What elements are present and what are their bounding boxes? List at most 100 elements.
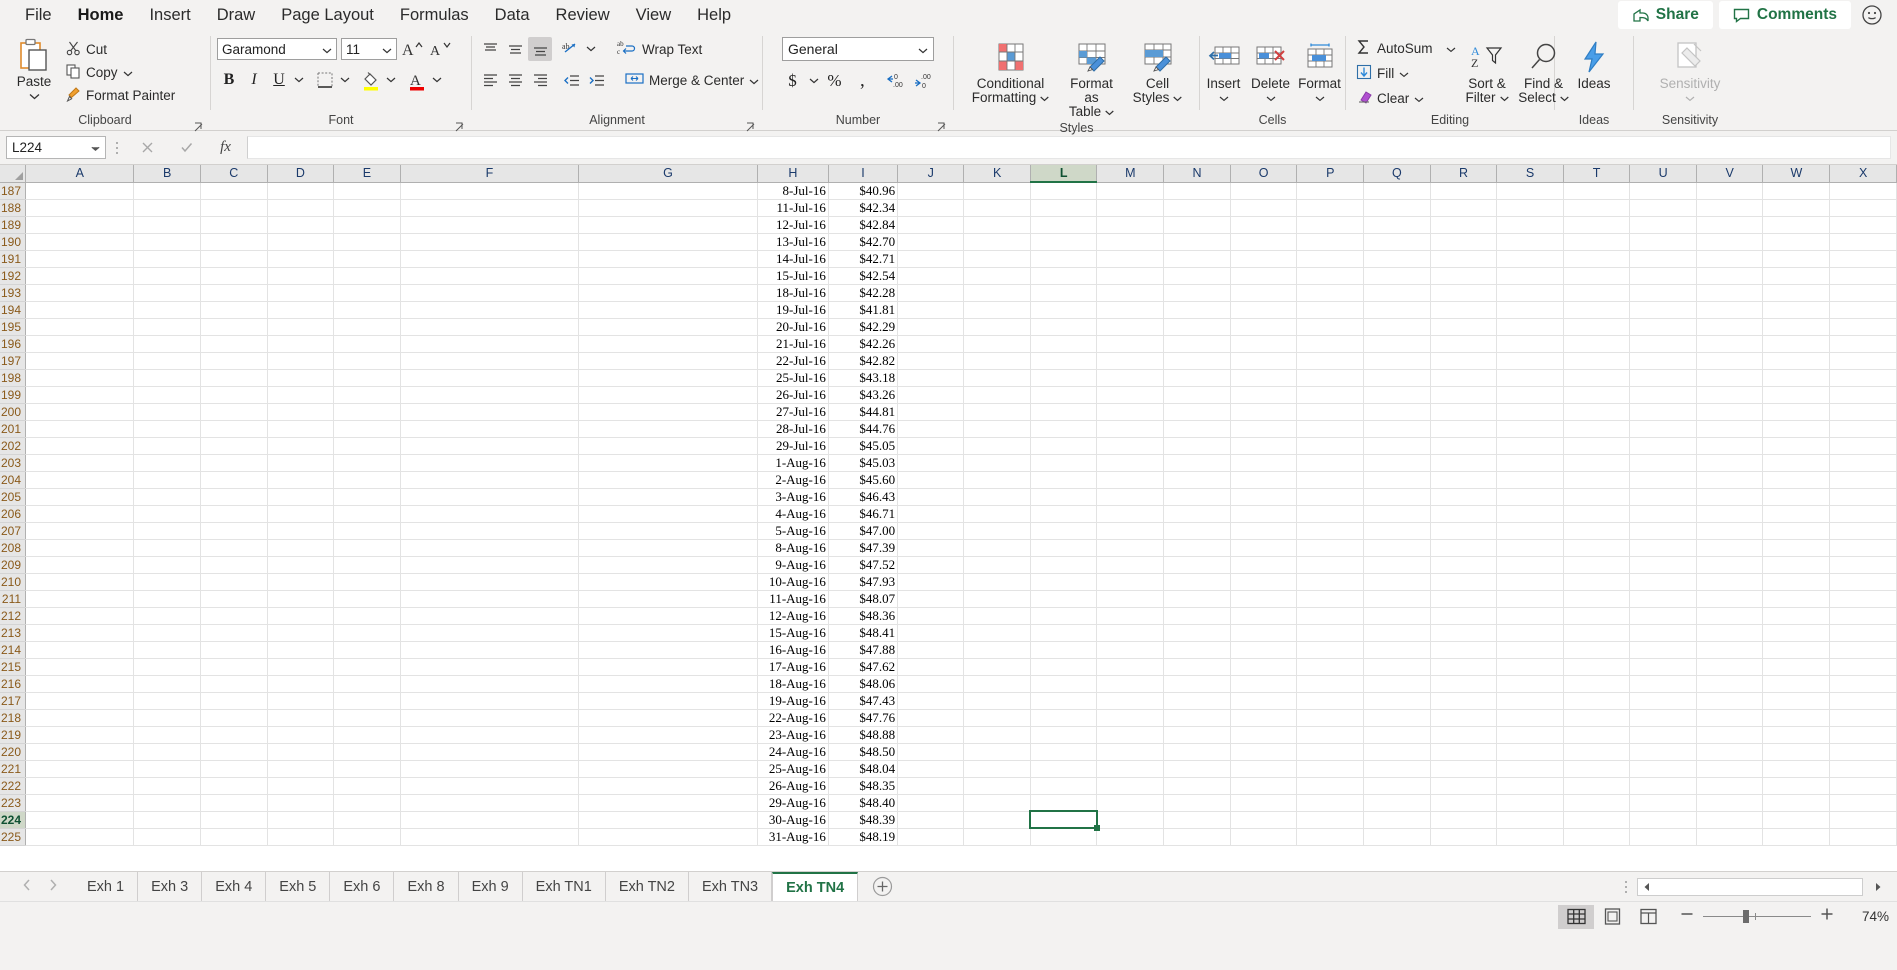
align-center-button[interactable] bbox=[503, 68, 527, 92]
cell-I204[interactable]: $45.60 bbox=[828, 471, 899, 489]
table-row[interactable]: 214 16-Aug-16 $47.88 bbox=[0, 641, 1897, 659]
cell-J189[interactable] bbox=[897, 216, 965, 234]
cell-B218[interactable] bbox=[133, 709, 201, 727]
cell-L220[interactable] bbox=[1030, 743, 1098, 761]
table-row[interactable]: 216 18-Aug-16 $48.06 bbox=[0, 675, 1897, 693]
horizontal-scrollbar[interactable] bbox=[1637, 877, 1863, 896]
cell-F219[interactable] bbox=[400, 726, 580, 744]
cell-V202[interactable] bbox=[1696, 437, 1764, 455]
column-header-C[interactable]: C bbox=[200, 165, 268, 183]
column-header-O[interactable]: O bbox=[1230, 165, 1298, 183]
cell-I215[interactable]: $47.62 bbox=[828, 658, 899, 676]
cell-O214[interactable] bbox=[1230, 641, 1298, 659]
borders-chevron-down-icon[interactable] bbox=[338, 68, 352, 92]
currency-format-button[interactable]: $ bbox=[781, 69, 805, 93]
cell-G200[interactable] bbox=[578, 403, 758, 421]
cell-V206[interactable] bbox=[1696, 505, 1764, 523]
cell-P191[interactable] bbox=[1296, 250, 1365, 268]
next-sheet-icon[interactable] bbox=[48, 878, 58, 896]
cell-U199[interactable] bbox=[1629, 386, 1697, 404]
cell-O194[interactable] bbox=[1230, 301, 1298, 319]
cell-K196[interactable] bbox=[963, 335, 1031, 353]
cell-I219[interactable]: $48.88 bbox=[828, 726, 899, 744]
cell-L218[interactable] bbox=[1030, 709, 1098, 727]
cell-G188[interactable] bbox=[578, 199, 758, 217]
cell-E207[interactable] bbox=[333, 522, 401, 540]
cell-C205[interactable] bbox=[200, 488, 268, 506]
cell-L199[interactable] bbox=[1030, 386, 1098, 404]
cell-H208[interactable]: 8-Aug-16 bbox=[757, 539, 829, 557]
cell-C188[interactable] bbox=[200, 199, 268, 217]
cell-L204[interactable] bbox=[1030, 471, 1098, 489]
cell-N189[interactable] bbox=[1163, 216, 1231, 234]
cell-D215[interactable] bbox=[267, 658, 335, 676]
cell-V193[interactable] bbox=[1696, 284, 1764, 302]
align-left-button[interactable] bbox=[478, 68, 502, 92]
sheet-tab-exh-5[interactable]: Exh 5 bbox=[266, 872, 331, 901]
cell-T196[interactable] bbox=[1563, 335, 1631, 353]
cell-R195[interactable] bbox=[1430, 318, 1498, 336]
cell-F203[interactable] bbox=[400, 454, 580, 472]
cell-P208[interactable] bbox=[1296, 539, 1365, 557]
decrease-indent-button[interactable] bbox=[559, 68, 583, 92]
cell-X202[interactable] bbox=[1829, 437, 1897, 455]
cell-T198[interactable] bbox=[1563, 369, 1631, 387]
cell-E200[interactable] bbox=[333, 403, 401, 421]
cell-H209[interactable]: 9-Aug-16 bbox=[757, 556, 829, 574]
cell-M214[interactable] bbox=[1096, 641, 1165, 659]
row-header-189[interactable]: 189 bbox=[0, 216, 27, 234]
sheet-tab-exh-8[interactable]: Exh 8 bbox=[394, 872, 459, 901]
cell-P217[interactable] bbox=[1296, 692, 1365, 710]
cell-P223[interactable] bbox=[1296, 794, 1365, 812]
cell-C200[interactable] bbox=[200, 403, 268, 421]
cell-O189[interactable] bbox=[1230, 216, 1298, 234]
cell-G201[interactable] bbox=[578, 420, 758, 438]
cell-E221[interactable] bbox=[333, 760, 401, 778]
cell-H216[interactable]: 18-Aug-16 bbox=[757, 675, 829, 693]
cell-G196[interactable] bbox=[578, 335, 758, 353]
cell-G192[interactable] bbox=[578, 267, 758, 285]
cell-C198[interactable] bbox=[200, 369, 268, 387]
cell-E224[interactable] bbox=[333, 811, 401, 829]
cell-E215[interactable] bbox=[333, 658, 401, 676]
cell-T216[interactable] bbox=[1563, 675, 1631, 693]
cell-N220[interactable] bbox=[1163, 743, 1231, 761]
cell-N205[interactable] bbox=[1163, 488, 1231, 506]
cell-E222[interactable] bbox=[333, 777, 401, 795]
cell-T202[interactable] bbox=[1563, 437, 1631, 455]
cell-G207[interactable] bbox=[578, 522, 758, 540]
cell-L187[interactable] bbox=[1030, 182, 1098, 200]
cell-K204[interactable] bbox=[963, 471, 1031, 489]
row-header-218[interactable]: 218 bbox=[0, 709, 27, 727]
cell-U218[interactable] bbox=[1629, 709, 1697, 727]
cell-W201[interactable] bbox=[1762, 420, 1831, 438]
cell-V209[interactable] bbox=[1696, 556, 1764, 574]
cell-Q224[interactable] bbox=[1363, 811, 1431, 829]
cell-E223[interactable] bbox=[333, 794, 401, 812]
cell-T215[interactable] bbox=[1563, 658, 1631, 676]
cell-M212[interactable] bbox=[1096, 607, 1165, 625]
cell-A218[interactable] bbox=[25, 709, 135, 727]
cell-K197[interactable] bbox=[963, 352, 1031, 370]
cell-C187[interactable] bbox=[200, 182, 268, 200]
cell-W219[interactable] bbox=[1762, 726, 1831, 744]
cell-I209[interactable]: $47.52 bbox=[828, 556, 899, 574]
font-color-chevron-down-icon[interactable] bbox=[430, 68, 444, 92]
cell-N223[interactable] bbox=[1163, 794, 1231, 812]
cell-R199[interactable] bbox=[1430, 386, 1498, 404]
cell-N221[interactable] bbox=[1163, 760, 1231, 778]
table-row[interactable]: 225 31-Aug-16 $48.19 bbox=[0, 828, 1897, 846]
cell-I192[interactable]: $42.54 bbox=[828, 267, 899, 285]
paste-chevron-down-icon[interactable] bbox=[29, 89, 40, 103]
zoom-out-icon[interactable] bbox=[1680, 907, 1694, 926]
cell-D217[interactable] bbox=[267, 692, 335, 710]
cell-C197[interactable] bbox=[200, 352, 268, 370]
cell-A190[interactable] bbox=[25, 233, 135, 251]
cell-I202[interactable]: $45.05 bbox=[828, 437, 899, 455]
cell-F209[interactable] bbox=[400, 556, 580, 574]
cell-I205[interactable]: $46.43 bbox=[828, 488, 899, 506]
cell-I221[interactable]: $48.04 bbox=[828, 760, 899, 778]
row-header-195[interactable]: 195 bbox=[0, 318, 27, 336]
cell-V196[interactable] bbox=[1696, 335, 1764, 353]
menu-tab-home[interactable]: Home bbox=[65, 2, 137, 35]
